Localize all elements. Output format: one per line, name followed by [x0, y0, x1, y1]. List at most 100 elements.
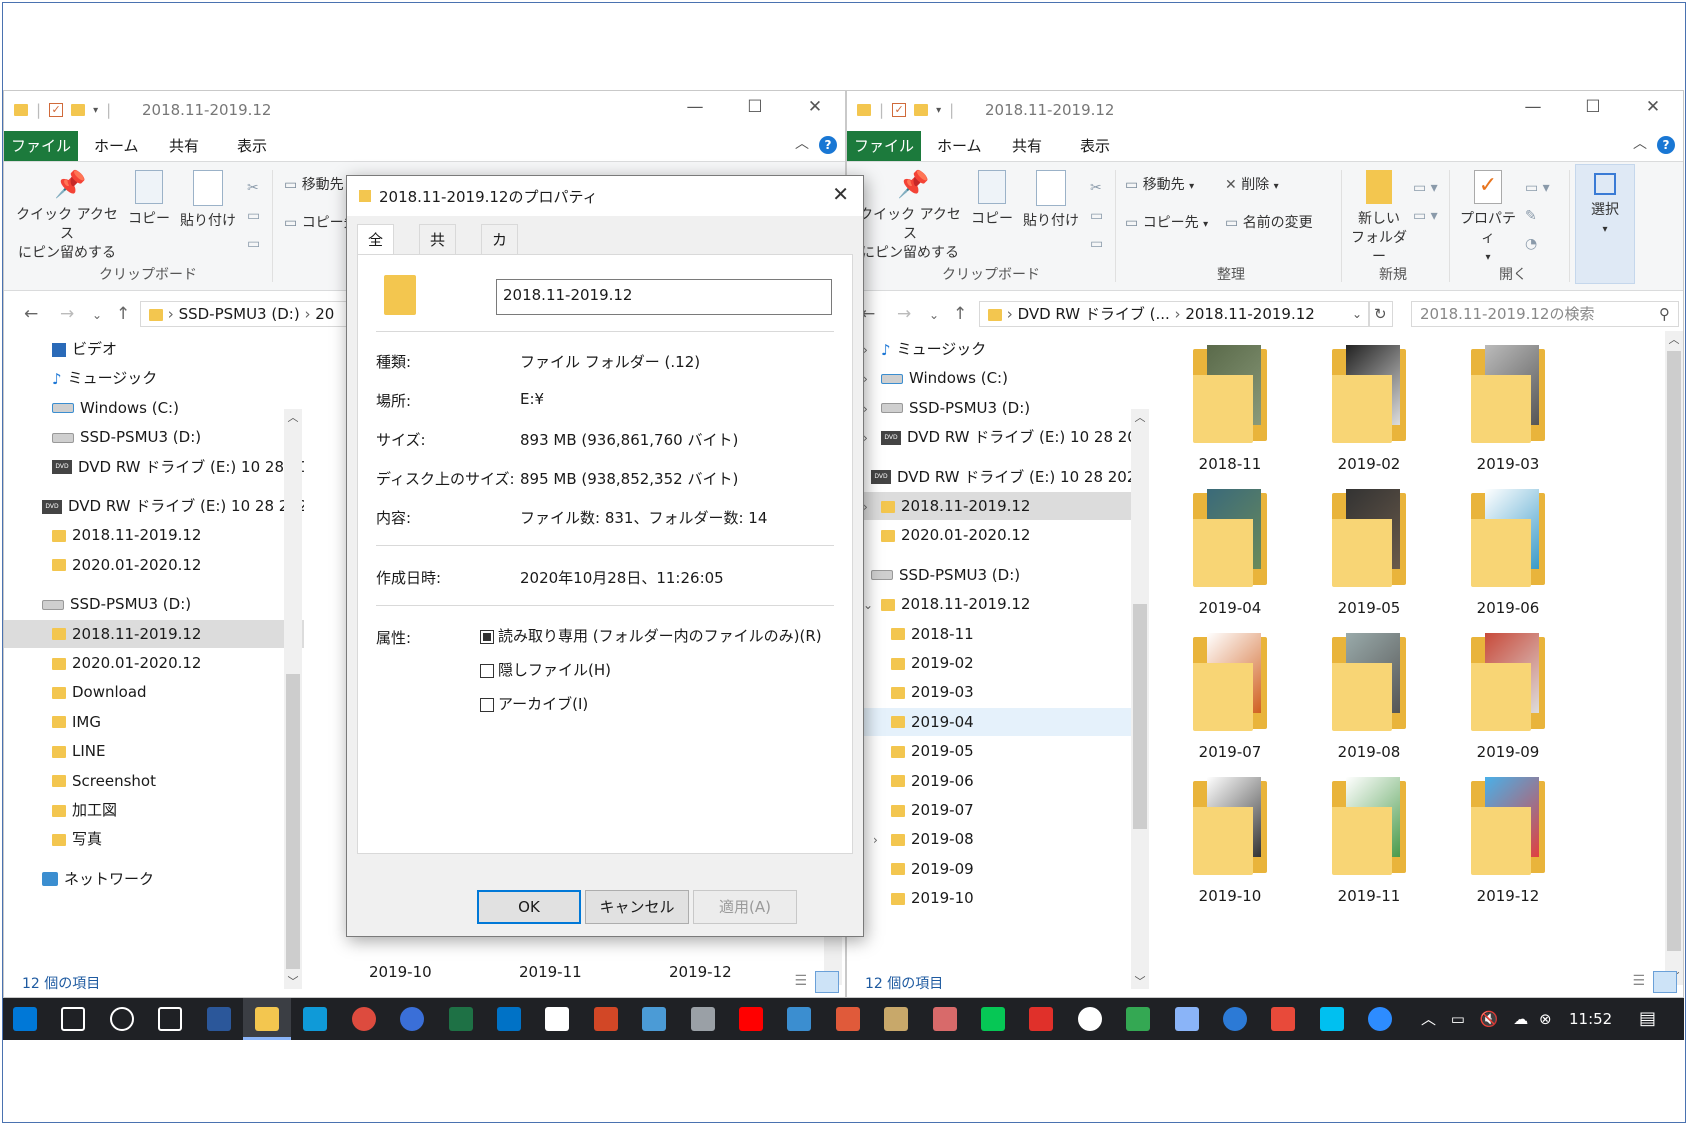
nav-tree-item[interactable]: SSD-PSMU3 (D:) — [4, 590, 304, 618]
show-hidden-icons-icon[interactable]: ︿ — [1421, 1010, 1436, 1028]
address-bar[interactable]: › DVD RW ドライブ (... › 2018.11-2019.12 ⌄ — [979, 301, 1369, 327]
nav-tree-item[interactable]: 2020.01-2020.12 — [847, 521, 1147, 549]
maps-icon[interactable] — [1126, 1007, 1151, 1031]
amazon-icon[interactable] — [545, 1007, 570, 1031]
details-view-icon[interactable]: ☰ — [794, 973, 807, 989]
nav-tree-item[interactable]: 2018.11-2019.12 — [4, 521, 304, 549]
folder-item[interactable]: 2019-07 — [1165, 633, 1295, 761]
notifications-icon[interactable]: ▤ — [1639, 998, 1656, 1040]
checkbox-icon[interactable] — [480, 629, 494, 644]
onedrive-icon[interactable] — [1223, 1007, 1247, 1031]
file-explorer-icon[interactable] — [255, 1007, 279, 1031]
nav-tree-item[interactable]: ⌄SSD-PSMU3 (D:) — [847, 561, 1137, 589]
nav-tree-item[interactable]: 加工図 — [4, 796, 304, 824]
expand-chevron-icon[interactable]: ⌄ — [863, 591, 881, 619]
cancel-button[interactable]: キャンセル — [585, 890, 689, 924]
folder-item[interactable]: 2019-04 — [1165, 489, 1295, 617]
nav-scrollbar[interactable]: ︿ ﹀ — [284, 409, 302, 989]
nav-tree-item[interactable]: 2020.01-2020.12 — [4, 649, 304, 677]
tab-file[interactable]: ファイル — [4, 131, 78, 161]
nav-tree-item[interactable]: DVD DVD RW ドライブ (E:) 10 28 2020 — [4, 492, 304, 520]
nav-tree-item[interactable]: 写真 — [4, 825, 304, 853]
people-icon[interactable] — [400, 1007, 425, 1031]
properties-check-icon[interactable]: ✓ — [49, 103, 64, 117]
onedrive-cloud-icon[interactable]: ☁ — [1513, 1010, 1528, 1028]
tab-view[interactable]: 表示 — [237, 131, 267, 161]
select-button[interactable]: 選択 ▾ — [1575, 164, 1635, 284]
copy-button[interactable]: コピー — [969, 170, 1015, 229]
search-icon[interactable] — [61, 1007, 86, 1031]
clock[interactable]: 11:52 — [1569, 998, 1612, 1040]
scroll-up-icon[interactable]: ︿ — [1665, 331, 1683, 347]
maximize-button[interactable]: ☐ — [1563, 97, 1623, 117]
scroll-thumb[interactable] — [286, 674, 300, 969]
app-icon[interactable] — [642, 1007, 667, 1031]
nav-tree-item[interactable]: Screenshot — [4, 767, 304, 795]
pin-quick-access-button[interactable]: 📌 クイック アクセス にピン留めする — [855, 170, 965, 263]
nav-tree-item[interactable]: Windows (C:) — [4, 394, 304, 422]
folder-item[interactable]: 2019-06 — [1443, 489, 1573, 617]
properties-button[interactable]: ✓ プロパティ ▾ — [1455, 170, 1521, 267]
battery-icon[interactable]: ▭ — [1451, 1010, 1465, 1028]
expand-chevron-icon[interactable]: › — [863, 365, 881, 393]
nav-tree-item[interactable]: 2019-06 — [847, 767, 1147, 795]
cortana-icon[interactable] — [109, 1007, 134, 1031]
chrome-icon[interactable] — [351, 1007, 376, 1031]
paint-icon[interactable] — [835, 1007, 860, 1031]
google-icon[interactable] — [1077, 1007, 1102, 1031]
play-store-icon[interactable] — [1319, 1007, 1344, 1031]
move-to-button[interactable]: ▭ 移動先 — [284, 176, 344, 195]
tab-general[interactable]: 全般 — [357, 224, 395, 279]
folder-item[interactable]: 2018-11 — [1165, 345, 1295, 473]
expand-chevron-icon[interactable]: › — [863, 493, 881, 521]
nav-tree-item[interactable]: ♪ ミュージック — [4, 364, 304, 392]
nav-tree-item[interactable]: ビデオ — [4, 335, 304, 363]
nav-tree-item[interactable]: › SSD-PSMU3 (D:) — [847, 394, 1147, 422]
breadcrumb-item[interactable]: 2018.11-2019.12 — [1185, 305, 1314, 323]
minimize-button[interactable]: — — [665, 97, 725, 117]
nav-tree-item[interactable]: 2019-02 — [847, 649, 1147, 677]
nav-tree-item[interactable]: › DVD DVD RW ドライブ (E:) 10 28 2020 — [847, 423, 1147, 451]
game-icon[interactable] — [1029, 1007, 1054, 1031]
nav-tree-item[interactable]: 2018-11 — [847, 620, 1147, 648]
paint-brush-icon[interactable] — [884, 1007, 909, 1031]
large-icons-view-icon[interactable] — [815, 971, 839, 993]
nav-tree-item[interactable]: › 2019-08 — [847, 825, 1147, 853]
tab-share[interactable]: 共有 — [1012, 131, 1042, 161]
paste-shortcut-icon[interactable]: ▭ — [247, 230, 260, 258]
customize-qat-icon[interactable]: ▾ — [93, 105, 98, 116]
expand-chevron-icon[interactable]: › — [863, 336, 881, 364]
tab-file[interactable]: ファイル — [847, 131, 921, 161]
open-icon[interactable]: ▭ ▾ — [1525, 174, 1550, 202]
zoom-icon[interactable] — [1368, 1007, 1393, 1031]
details-view-icon[interactable]: ☰ — [1632, 973, 1645, 989]
apply-button[interactable]: 適用(A) — [693, 890, 797, 924]
expand-chevron-icon[interactable]: › — [863, 395, 881, 423]
easy-access-icon[interactable]: ▭ ▾ — [1413, 202, 1438, 230]
paint-palette-icon[interactable] — [932, 1007, 957, 1031]
folder-item[interactable]: 2019-10 — [1165, 777, 1295, 905]
folder-item[interactable]: 2019-05 — [1304, 489, 1434, 617]
nav-tree-item[interactable]: 2019-10 — [847, 884, 1147, 912]
recent-locations-icon[interactable]: ⌄ — [92, 308, 102, 322]
outlook-icon[interactable] — [497, 1007, 521, 1031]
copy-button[interactable]: コピー — [126, 170, 172, 229]
checkbox-icon[interactable] — [480, 697, 494, 712]
checkbox-icon[interactable] — [480, 663, 494, 678]
nav-tree-item[interactable]: SSD-PSMU3 (D:) — [4, 423, 304, 451]
close-button[interactable]: ✕ — [1623, 97, 1683, 117]
dialog-close-button[interactable]: ✕ — [832, 182, 849, 206]
nav-tree-item[interactable]: › Windows (C:) — [847, 364, 1147, 392]
copy-to-button[interactable]: ▭ コピー先 ▾ — [1125, 214, 1208, 234]
tab-sharing[interactable]: 共有 — [419, 224, 457, 279]
nav-tree-item[interactable]: › 2018.11-2019.12 — [847, 492, 1147, 520]
refresh-button[interactable]: ↻ — [1369, 301, 1393, 327]
excel-icon[interactable] — [448, 1007, 473, 1031]
expand-chevron-icon[interactable]: › — [863, 424, 881, 452]
new-folder-icon[interactable] — [71, 104, 86, 116]
up-icon[interactable]: ↑ — [116, 304, 130, 324]
minimize-button[interactable]: — — [1503, 97, 1563, 117]
nav-tree-item[interactable]: DVD DVD RW ドライブ (E:) 10 28 2020 — [4, 453, 304, 481]
new-item-icon[interactable]: ▭ ▾ — [1413, 174, 1438, 202]
nav-tree-item[interactable]: › ♪ ミュージック — [847, 335, 1147, 363]
